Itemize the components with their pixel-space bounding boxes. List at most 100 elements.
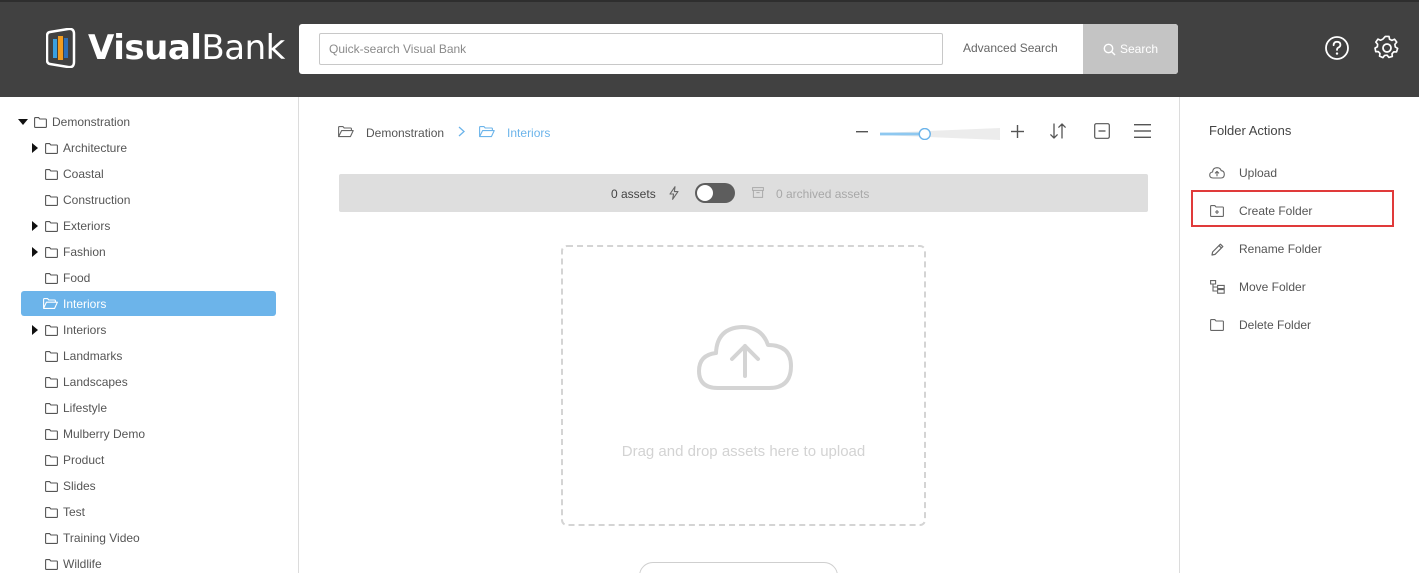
tree-item[interactable]: Fashion — [29, 240, 106, 264]
zoom-in-icon[interactable] — [1011, 125, 1024, 138]
zoom-slider[interactable] — [880, 128, 1000, 140]
tree-item[interactable]: Food — [29, 266, 90, 290]
breadcrumb-item[interactable]: Demonstration — [366, 126, 444, 140]
folder-open-icon — [338, 125, 354, 141]
breadcrumb-current[interactable]: Interiors — [507, 126, 550, 140]
menu-icon[interactable] — [1134, 124, 1151, 138]
tree-item-label: Architecture — [63, 141, 128, 155]
caret-spacer — [29, 481, 39, 491]
caret-spacer — [29, 377, 39, 387]
gear-icon[interactable] — [1374, 35, 1400, 61]
tree-item[interactable]: Slides — [29, 474, 96, 498]
rename-folder-label: Rename Folder — [1239, 242, 1322, 256]
tree-item[interactable]: Test — [29, 500, 85, 524]
move-folder-label: Move Folder — [1239, 280, 1306, 294]
folder-icon — [45, 220, 58, 232]
archived-toggle[interactable] — [695, 183, 735, 203]
caret-spacer — [29, 403, 39, 413]
breadcrumb: Demonstration Interiors — [338, 124, 550, 142]
folder-actions-panel: Folder Actions Upload Create Folder Rena… — [1179, 97, 1419, 573]
rename-folder-action[interactable]: Rename Folder — [1209, 239, 1322, 259]
folder-icon — [45, 272, 58, 284]
app-header: VisualBank Advanced Search Search — [0, 0, 1419, 97]
create-folder-highlight — [1191, 190, 1394, 227]
tree-item-label: Construction — [63, 193, 131, 207]
folder-icon — [45, 532, 58, 544]
caret-spacer — [29, 169, 39, 179]
caret-spacer — [21, 299, 37, 309]
lightning-icon — [669, 186, 679, 200]
tree-item-label: Training Video — [63, 531, 140, 545]
tree-item[interactable]: Interiors — [29, 318, 106, 342]
folder-icon — [45, 194, 58, 206]
tree-item[interactable]: Coastal — [29, 162, 104, 186]
tree-item-selected[interactable]: Interiors — [21, 291, 276, 316]
toggle-knob — [697, 185, 713, 201]
tree-item[interactable]: Mulberry Demo — [29, 422, 145, 446]
advanced-search-link[interactable]: Advanced Search — [963, 41, 1058, 55]
tree-item-label: Landscapes — [63, 375, 128, 389]
dropzone-text: Drag and drop assets here to upload — [621, 443, 866, 460]
search-button[interactable]: Search — [1083, 24, 1178, 74]
upload-dropzone[interactable]: Drag and drop assets here to upload — [561, 245, 926, 526]
collapse-icon[interactable] — [1094, 123, 1110, 139]
caret-down-icon[interactable] — [18, 117, 28, 127]
caret-spacer — [29, 559, 39, 569]
tree-item[interactable]: Landscapes — [29, 370, 128, 394]
caret-right-icon[interactable] — [29, 143, 39, 153]
tree-item-root[interactable]: Demonstration — [18, 110, 130, 134]
tree-item-label: Lifestyle — [63, 401, 108, 415]
tree-item[interactable]: Construction — [29, 188, 130, 212]
folder-icon — [45, 350, 58, 362]
help-circle-icon[interactable] — [1324, 35, 1350, 61]
tree-item[interactable]: Architecture — [29, 136, 127, 160]
tree-item-label: Product — [63, 453, 105, 467]
visualbank-logo[interactable]: VisualBank — [46, 28, 285, 68]
main-content: Demonstration Interiors 0 assets 0 archi… — [300, 97, 1179, 573]
delete-folder-action[interactable]: Delete Folder — [1209, 315, 1311, 335]
tree-item[interactable]: Lifestyle — [29, 396, 107, 420]
move-folder-action[interactable]: Move Folder — [1209, 277, 1306, 297]
caret-spacer — [29, 507, 39, 517]
tree-item[interactable]: Training Video — [29, 526, 140, 550]
folder-actions-title: Folder Actions — [1209, 123, 1292, 138]
cloud-upload-icon — [1209, 165, 1225, 181]
tree-item-label: Wildlife — [63, 557, 102, 571]
sort-icon[interactable] — [1049, 122, 1067, 140]
tree-item[interactable]: Exteriors — [29, 214, 110, 238]
quick-search-input[interactable] — [319, 33, 943, 65]
upload-action[interactable]: Upload — [1209, 163, 1277, 183]
chevron-right-icon — [458, 126, 466, 140]
tree-item[interactable]: Wildlife — [29, 552, 102, 573]
caret-spacer — [29, 455, 39, 465]
tree-item-label: Coastal — [63, 167, 104, 181]
tree-item-label: Fashion — [63, 245, 106, 259]
cloud-upload-icon — [697, 325, 793, 390]
folder-icon — [45, 246, 58, 258]
folder-open-icon — [479, 125, 495, 141]
tree-item-label: Landmarks — [63, 349, 123, 363]
caret-spacer — [29, 533, 39, 543]
tree-item-label: Test — [63, 505, 86, 519]
caret-spacer — [29, 429, 39, 439]
tree-item[interactable]: Landmarks — [29, 344, 122, 368]
folder-icon — [34, 116, 47, 128]
load-more-button[interactable] — [639, 562, 838, 573]
delete-folder-label: Delete Folder — [1239, 318, 1312, 332]
caret-right-icon[interactable] — [29, 221, 39, 231]
caret-spacer — [29, 351, 39, 361]
caret-right-icon[interactable] — [29, 247, 39, 257]
tree-item-label: Interiors — [63, 323, 107, 337]
caret-right-icon[interactable] — [29, 325, 39, 335]
folder-icon — [45, 480, 58, 492]
tree-item-label: Interiors — [63, 296, 107, 311]
zoom-out-icon[interactable] — [856, 131, 868, 133]
archived-assets-count: 0 archived assets — [776, 187, 870, 201]
tree-item[interactable]: Product — [29, 448, 104, 472]
assets-count: 0 assets — [611, 187, 656, 201]
search-bar: Advanced Search Search — [299, 24, 1178, 74]
tree-item-label: Exteriors — [63, 219, 111, 233]
folder-icon — [45, 168, 58, 180]
folder-delete-icon — [1209, 317, 1225, 333]
move-folder-icon — [1209, 279, 1225, 295]
